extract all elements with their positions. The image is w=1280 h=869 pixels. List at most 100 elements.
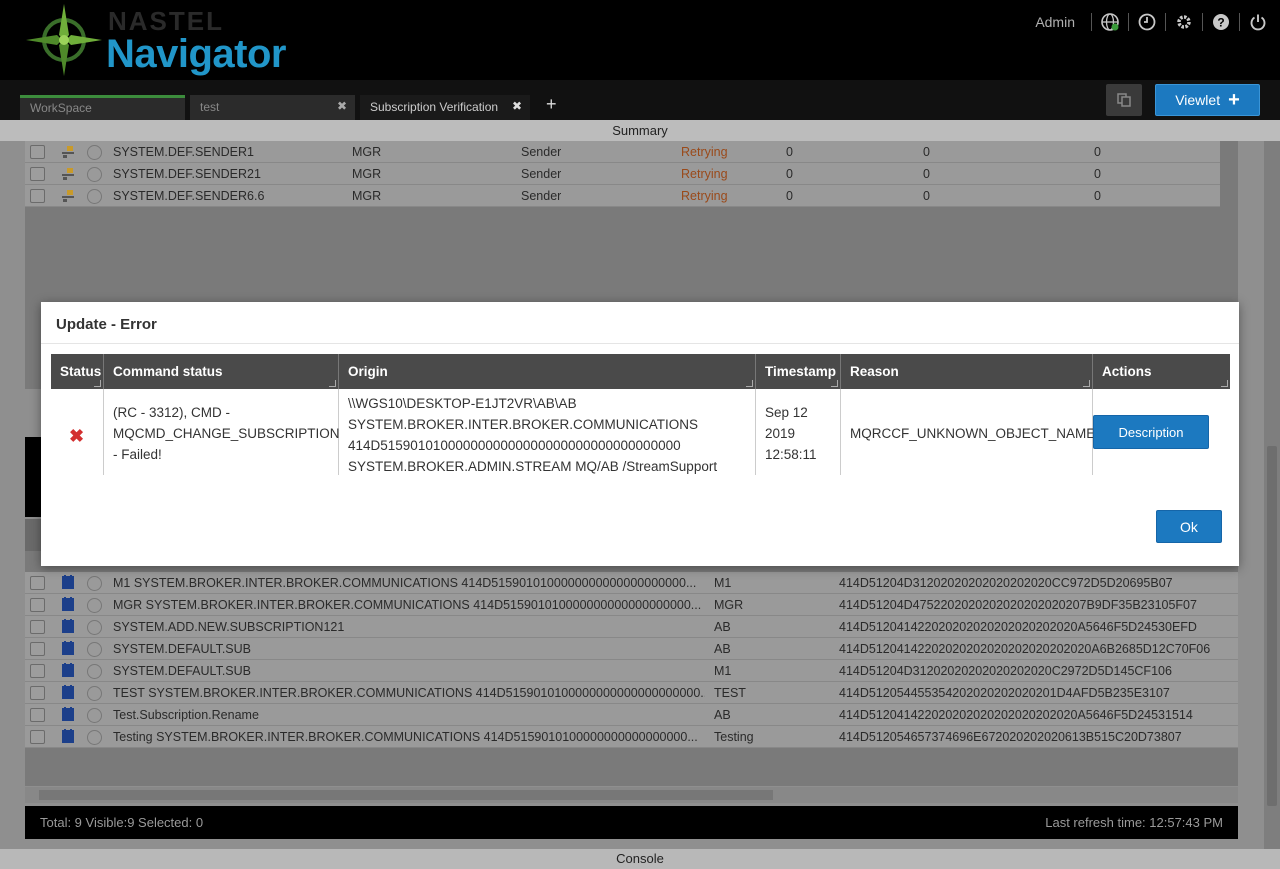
subscription-id: 414D51204D31202020202020202020CC972D5D20… bbox=[839, 576, 1173, 590]
copy-button[interactable] bbox=[1106, 84, 1142, 116]
subscription-id: 414D51204D31202020202020202020C2972D5D14… bbox=[839, 664, 1172, 678]
subscription-row[interactable]: SYSTEM.ADD.NEW.SUBSCRIPTION121 AB 414D5120… bbox=[25, 616, 1238, 638]
divider bbox=[1091, 13, 1092, 31]
channel-count: 0 bbox=[923, 145, 930, 159]
column-header-origin[interactable]: Origin bbox=[339, 354, 756, 389]
subscription-name: SYSTEM.DEFAULT.SUB bbox=[113, 642, 251, 656]
subscription-id: 414D512041422020202020202020202020A5646F… bbox=[839, 620, 1197, 634]
scrollbar-thumb[interactable] bbox=[39, 790, 773, 800]
origin-line: \\WGS10\DESKTOP-E1JT2VR\AB\AB bbox=[348, 396, 577, 411]
subscription-id: 414D512054455354202020202020201D4AFD5B23… bbox=[839, 686, 1170, 700]
row-checkbox[interactable] bbox=[30, 145, 45, 159]
tab-test[interactable]: test ✖ bbox=[190, 95, 355, 120]
divider bbox=[1165, 13, 1166, 31]
plus-icon: + bbox=[1228, 89, 1240, 111]
row-checkbox[interactable] bbox=[30, 189, 45, 203]
subscription-name: Testing SYSTEM.BROKER.INTER.BROKER.COMMU… bbox=[113, 730, 698, 744]
channel-count: 0 bbox=[1094, 145, 1101, 159]
subscription-id: 414D51204142202020202020202020202020A6B2… bbox=[839, 642, 1211, 656]
channel-row[interactable]: SYSTEM.DEF.SENDER1 MGR Sender Retrying 0 0 0 bbox=[25, 141, 1220, 163]
subscription-icon bbox=[62, 575, 74, 589]
row-checkbox[interactable] bbox=[30, 664, 45, 678]
horizontal-scrollbar[interactable] bbox=[25, 787, 1238, 803]
row-checkbox[interactable] bbox=[30, 576, 45, 590]
subscription-id: 414D512054657374696E672020202020613B515C… bbox=[839, 730, 1182, 744]
origin-cell: \\WGS10\DESKTOP-E1JT2VR\AB\AB SYSTEM.BRO… bbox=[339, 389, 756, 475]
subscription-row[interactable]: Testing SYSTEM.BROKER.INTER.BROKER.COMMU… bbox=[25, 726, 1238, 748]
clock-icon bbox=[87, 642, 102, 657]
subscription-row[interactable]: M1 SYSTEM.BROKER.INTER.BROKER.COMMUNICAT… bbox=[25, 572, 1238, 594]
row-checkbox[interactable] bbox=[30, 598, 45, 612]
subscription-icon bbox=[62, 663, 74, 677]
clock-icon bbox=[87, 189, 102, 204]
channel-count: 0 bbox=[786, 145, 793, 159]
timestamp-cell: Sep 12 2019 12:58:11 bbox=[756, 389, 841, 475]
grid-footer: Total: 9 Visible:9 Selected: 0 Last refr… bbox=[25, 806, 1238, 839]
channel-status: Retrying bbox=[681, 167, 728, 181]
subscription-row[interactable]: Test.Subscription.Rename AB 414D5120414220… bbox=[25, 704, 1238, 726]
row-checkbox[interactable] bbox=[30, 686, 45, 700]
subscription-id: 414D512041422020202020202020202020A5646F… bbox=[839, 708, 1193, 722]
origin-line: SYSTEM.BROKER.ADMIN.STREAM MQ/AB /Stream… bbox=[348, 459, 718, 474]
divider bbox=[1202, 13, 1203, 31]
scrollbar-thumb[interactable] bbox=[1267, 446, 1277, 806]
summary-section-header[interactable]: Summary bbox=[0, 120, 1280, 141]
origin-line: SYSTEM.BROKER.INTER.BROKER.COMMUNICATION… bbox=[348, 417, 699, 432]
row-checkbox[interactable] bbox=[30, 167, 45, 181]
channel-row[interactable]: SYSTEM.DEF.SENDER21 MGR Sender Retrying 0 0 0 bbox=[25, 163, 1220, 185]
subscription-icon bbox=[62, 597, 74, 611]
subscription-name: SYSTEM.DEFAULT.SUB bbox=[113, 664, 251, 678]
channel-count: 0 bbox=[786, 167, 793, 181]
copy-icon bbox=[1117, 93, 1131, 107]
channel-count: 0 bbox=[923, 167, 930, 181]
channel-row[interactable]: SYSTEM.DEF.SENDER6.6 MGR Sender Retrying 0 0 0 bbox=[25, 185, 1220, 207]
compass-logo-icon bbox=[26, 4, 102, 76]
power-icon[interactable] bbox=[1246, 10, 1270, 34]
vertical-scrollbar[interactable] bbox=[1264, 141, 1280, 849]
error-row: ✖ (RC - 3312), CMD - MQCMD_CHANGE_SUBSCR… bbox=[51, 389, 1230, 477]
subscription-row[interactable]: MGR SYSTEM.BROKER.INTER.BROKER.COMMUNICA… bbox=[25, 594, 1238, 616]
tab-workspace[interactable]: WorkSpace bbox=[20, 95, 185, 120]
command-status-cell: (RC - 3312), CMD - MQCMD_CHANGE_SUBSCRIP… bbox=[104, 389, 340, 475]
globe-icon[interactable] bbox=[1098, 10, 1122, 34]
row-checkbox[interactable] bbox=[30, 620, 45, 634]
column-header-reason[interactable]: Reason bbox=[841, 354, 1093, 389]
close-icon[interactable]: ✖ bbox=[337, 99, 347, 113]
user-name[interactable]: Admin bbox=[1035, 14, 1075, 30]
help-icon[interactable]: ? bbox=[1209, 10, 1233, 34]
grid-totals: Total: 9 Visible:9 Selected: 0 bbox=[40, 815, 204, 830]
dialog-title: Update - Error bbox=[41, 302, 1239, 344]
channel-type: Sender bbox=[521, 189, 562, 203]
column-header-timestamp[interactable]: Timestamp bbox=[756, 354, 841, 389]
add-tab-button[interactable]: + bbox=[546, 94, 557, 115]
tab-subscription-verification[interactable]: Subscription Verification ✖ bbox=[360, 95, 530, 120]
channel-type-icon bbox=[62, 146, 74, 158]
column-header-actions[interactable]: Actions bbox=[1093, 354, 1230, 389]
column-header-command-status[interactable]: Command status bbox=[104, 354, 339, 389]
subscription-name: TEST SYSTEM.BROKER.INTER.BROKER.COMMUNIC… bbox=[113, 686, 705, 700]
row-checkbox[interactable] bbox=[30, 642, 45, 656]
clock-icon[interactable] bbox=[1135, 10, 1159, 34]
svg-text:?: ? bbox=[1217, 16, 1224, 30]
subscription-icon bbox=[62, 685, 74, 699]
subscription-row[interactable]: TEST SYSTEM.BROKER.INTER.BROKER.COMMUNIC… bbox=[25, 682, 1238, 704]
channel-count: 0 bbox=[1094, 167, 1101, 181]
channel-type: Sender bbox=[521, 167, 562, 181]
ok-button[interactable]: Ok bbox=[1156, 510, 1222, 543]
row-checkbox[interactable] bbox=[30, 730, 45, 744]
subscription-row[interactable]: SYSTEM.DEFAULT.SUB M1 414D51204D3120202020… bbox=[25, 660, 1238, 682]
column-header-status[interactable]: Status bbox=[51, 354, 104, 389]
clock-icon bbox=[87, 145, 102, 160]
last-refresh-time: Last refresh time: 12:57:43 PM bbox=[1045, 815, 1223, 830]
channel-name: SYSTEM.DEF.SENDER21 bbox=[113, 167, 261, 181]
subscription-qmgr: M1 bbox=[714, 664, 732, 678]
divider bbox=[1239, 13, 1240, 31]
viewlet-button[interactable]: Viewlet + bbox=[1155, 84, 1260, 116]
subscription-row[interactable]: SYSTEM.DEFAULT.SUB AB 414D5120414220202020… bbox=[25, 638, 1238, 660]
row-checkbox[interactable] bbox=[30, 708, 45, 722]
description-button[interactable]: Description bbox=[1093, 415, 1209, 449]
close-icon[interactable]: ✖ bbox=[512, 99, 522, 113]
console-section-header[interactable]: Console bbox=[0, 849, 1280, 869]
channel-count: 0 bbox=[1094, 189, 1101, 203]
gear-icon[interactable] bbox=[1172, 10, 1196, 34]
